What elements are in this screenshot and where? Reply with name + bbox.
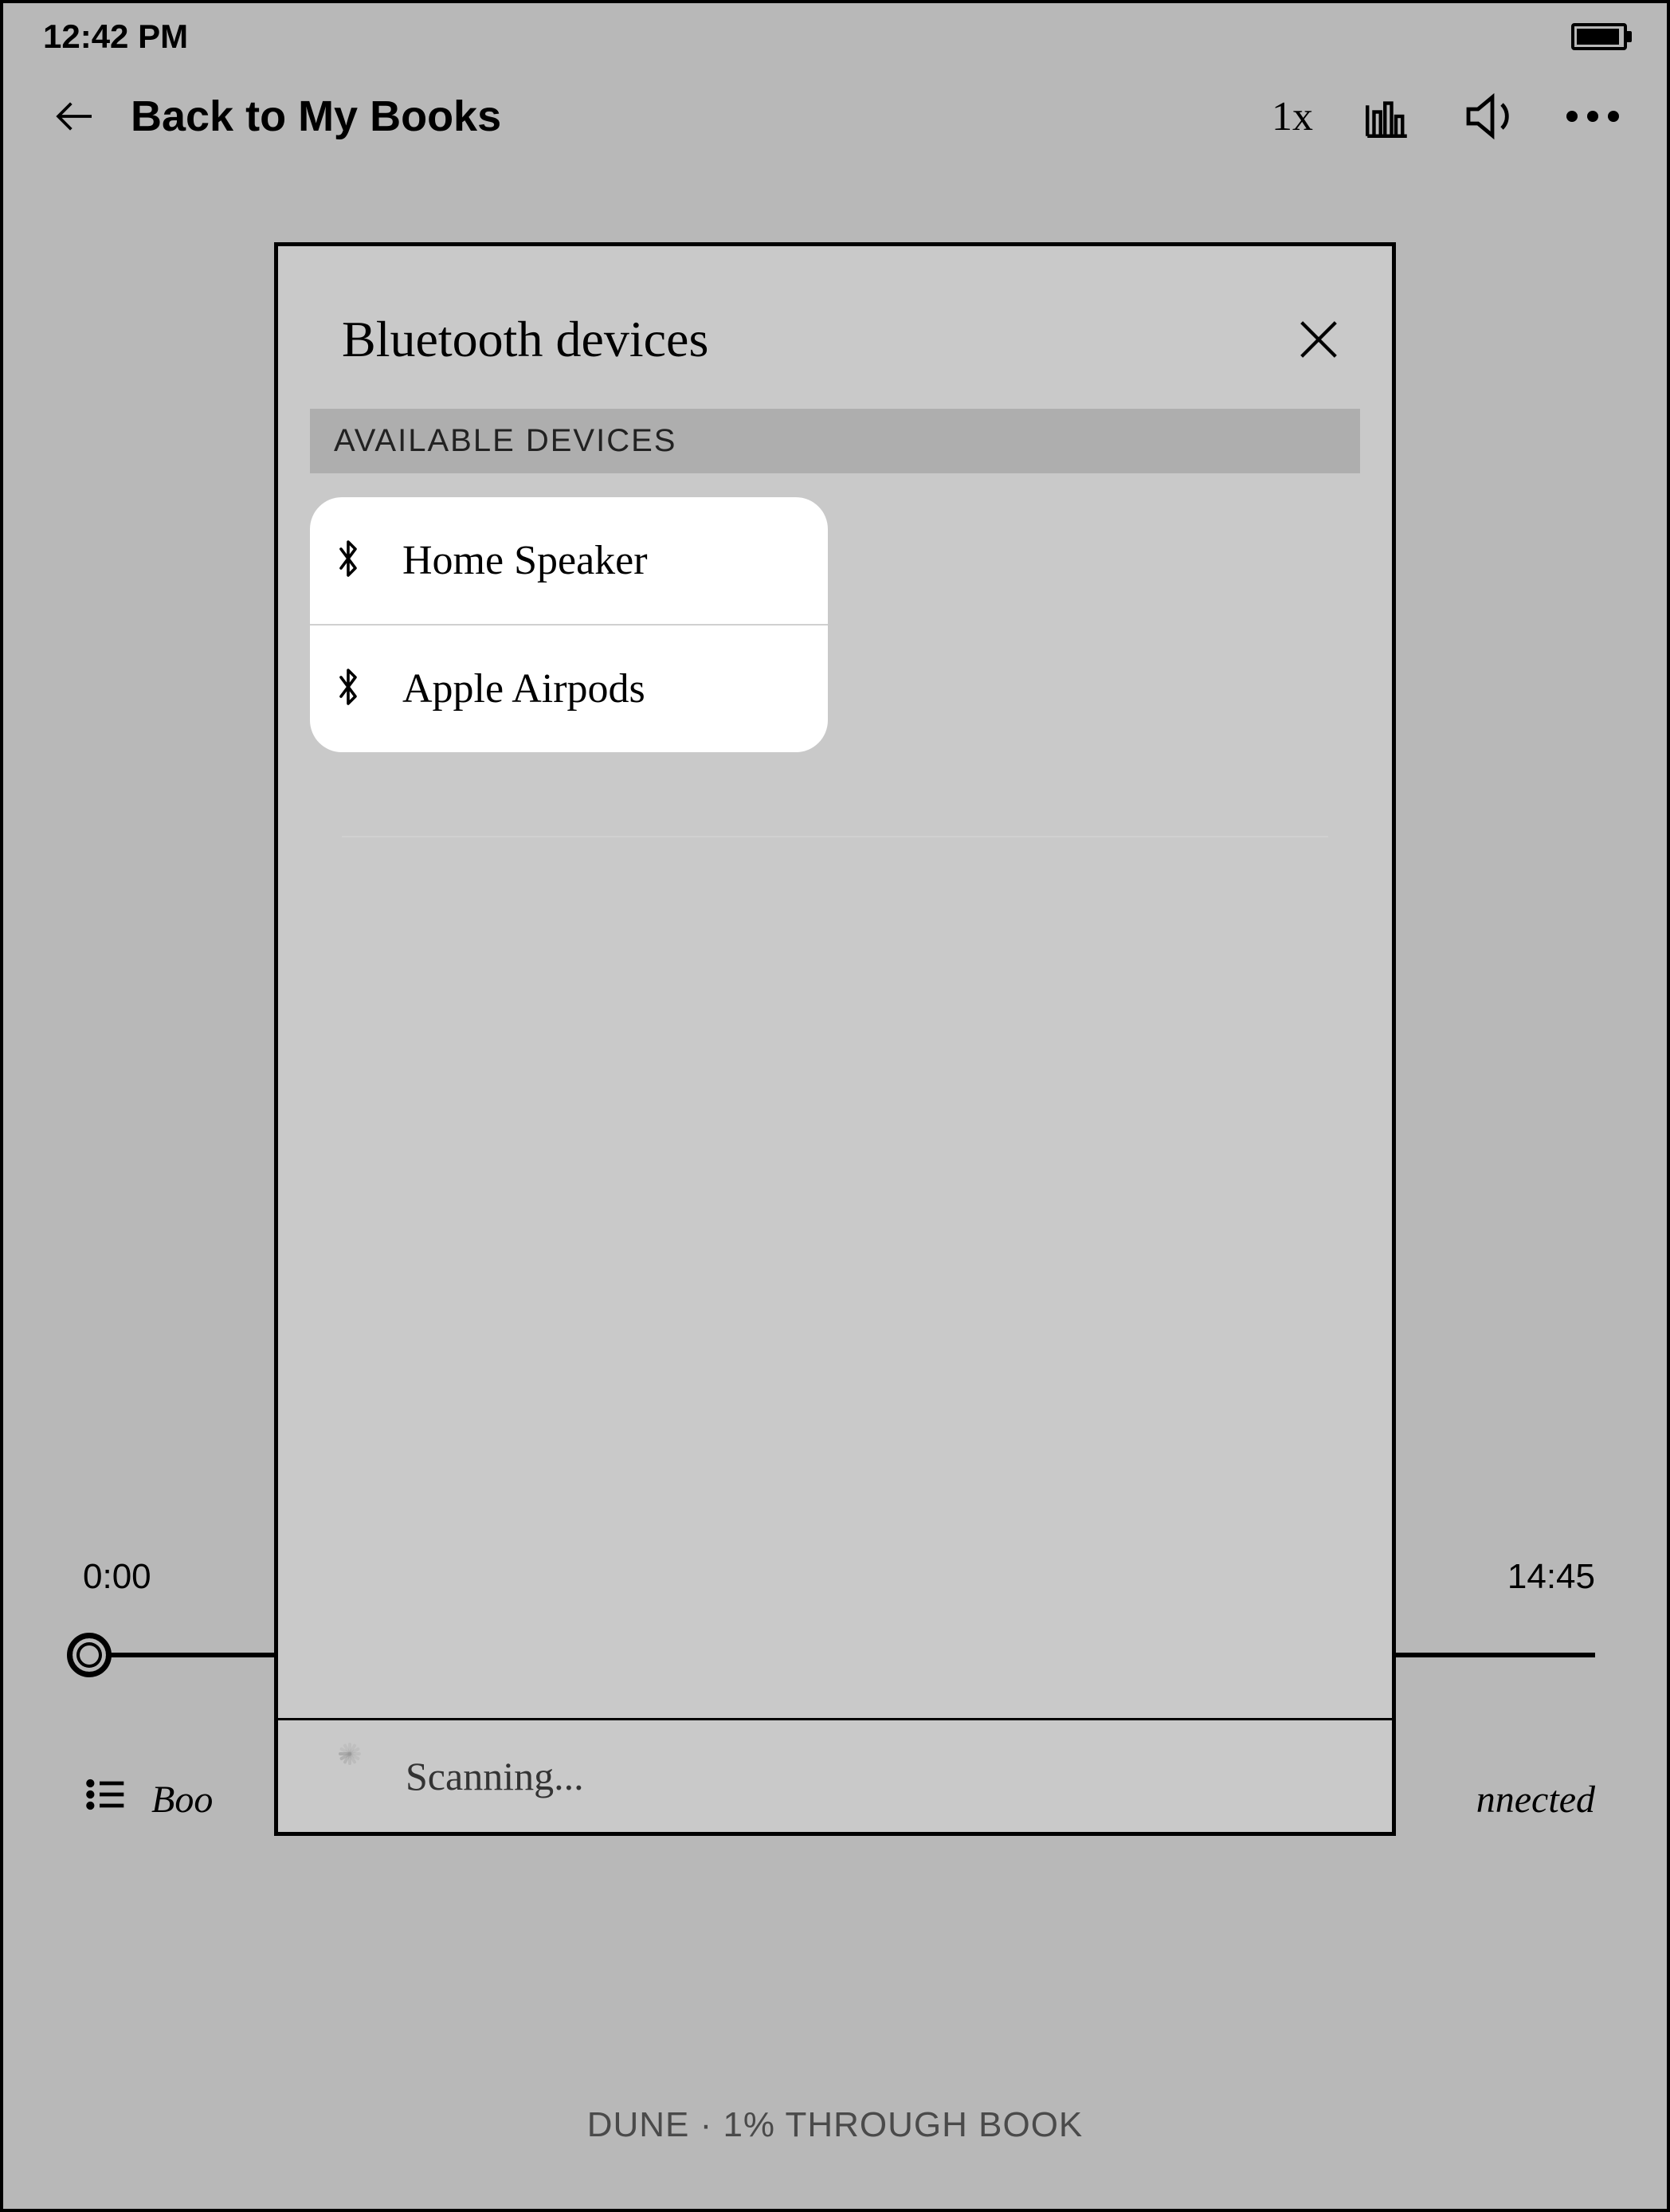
device-row[interactable]: Apple Airpods: [310, 626, 828, 752]
equalizer-icon[interactable]: [1361, 90, 1413, 143]
close-icon[interactable]: [1293, 314, 1344, 365]
playback-speed-button[interactable]: 1x: [1272, 93, 1313, 140]
chapters-list-icon[interactable]: [83, 1772, 127, 1826]
elapsed-time: 0:00: [83, 1557, 151, 1597]
dialog-title: Bluetooth devices: [342, 310, 708, 369]
chapter-info-partial: Boo: [151, 1778, 213, 1822]
status-time: 12:42 PM: [43, 18, 188, 56]
scanning-status: Scanning...: [406, 1753, 584, 1799]
volume-icon[interactable]: [1461, 88, 1519, 145]
book-progress-footer: DUNE · 1% THROUGH BOOK: [3, 2105, 1667, 2145]
page-title[interactable]: Back to My Books: [131, 92, 1272, 141]
back-arrow-icon[interactable]: [51, 94, 99, 139]
bluetooth-icon: [334, 668, 363, 710]
device-name: Home Speaker: [402, 537, 648, 584]
remaining-time: 14:45: [1507, 1557, 1595, 1597]
section-header-available: AVAILABLE DEVICES: [310, 409, 1360, 473]
bluetooth-icon: [334, 539, 363, 582]
connection-info-partial: nnected: [1476, 1778, 1595, 1822]
bluetooth-dialog: Bluetooth devices AVAILABLE DEVICES: [274, 242, 1396, 1836]
progress-handle[interactable]: [67, 1633, 112, 1677]
more-options-button[interactable]: [1566, 111, 1619, 122]
device-row[interactable]: Home Speaker: [310, 497, 828, 626]
battery-icon: [1571, 23, 1627, 50]
spinner-icon: [326, 1752, 374, 1800]
device-name: Apple Airpods: [402, 665, 645, 712]
